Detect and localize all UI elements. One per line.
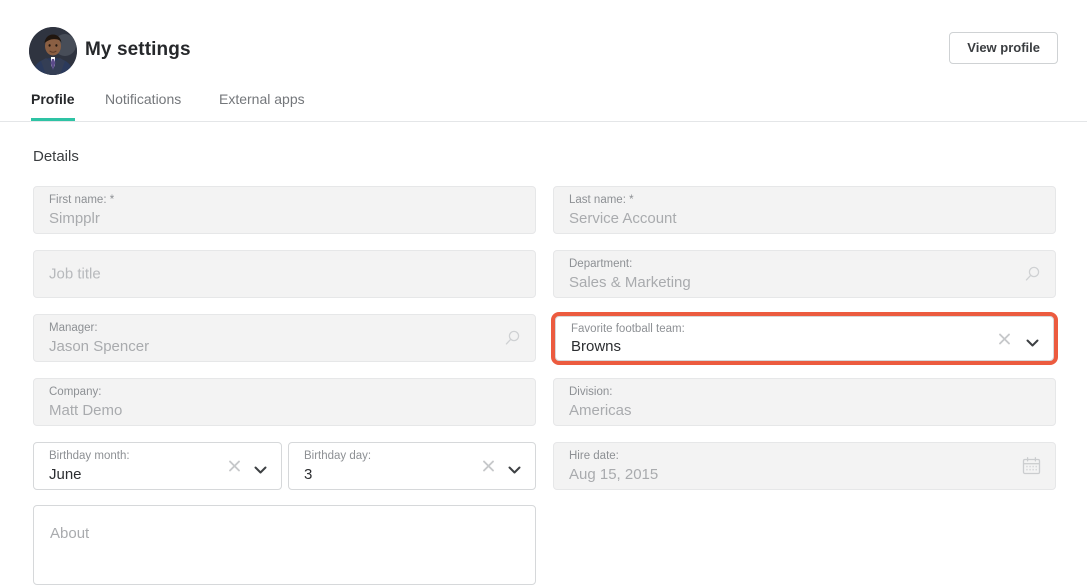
field-manager-value: Jason Spencer [49,338,149,355]
field-favorite-football-team[interactable]: Favorite football team: Browns [555,316,1054,361]
settings-tabs: Profile Notifications External apps [0,84,1087,122]
field-company-label: Company: [49,386,101,398]
field-birthday-month-label: Birthday month: [49,450,130,462]
field-division[interactable]: Division: Americas [553,378,1056,426]
search-icon[interactable] [504,330,521,347]
field-last-name-label: Last name: * [569,194,634,206]
field-birthday-day-value: 3 [304,466,312,483]
field-manager[interactable]: Manager: Jason Spencer [33,314,536,362]
field-favorite-football-team-value: Browns [571,338,621,355]
field-about[interactable]: About [33,505,536,585]
field-birthday-day-label: Birthday day: [304,450,371,462]
view-profile-button[interactable]: View profile [949,32,1058,64]
clear-icon[interactable] [228,460,241,473]
my-settings-page: My settings View profile Profile Notific… [0,0,1087,588]
field-department[interactable]: Department: Sales & Marketing [553,250,1056,298]
section-title-details: Details [33,148,79,165]
field-birthday-month-value: June [49,466,82,483]
field-department-value: Sales & Marketing [569,274,691,291]
tab-external-apps[interactable]: External apps [219,84,305,121]
chevron-down-icon[interactable] [254,462,267,471]
field-division-value: Americas [569,402,632,419]
field-last-name-value: Service Account [569,210,677,227]
field-division-label: Division: [569,386,612,398]
tab-profile[interactable]: Profile [31,84,75,121]
clear-icon[interactable] [998,332,1011,345]
avatar[interactable] [29,27,77,75]
page-header: My settings View profile [0,0,1087,84]
field-job-title[interactable]: Job title [33,250,536,298]
tab-notifications[interactable]: Notifications [105,84,181,121]
field-about-placeholder: About [50,525,89,542]
field-last-name[interactable]: Last name: * Service Account [553,186,1056,234]
field-hire-date-label: Hire date: [569,450,619,462]
field-first-name-value: Simpplr [49,210,100,227]
field-birthday-month[interactable]: Birthday month: June [33,442,282,490]
field-first-name-label: First name: * [49,194,114,206]
chevron-down-icon[interactable] [508,462,521,471]
field-job-title-placeholder: Job title [49,266,101,283]
field-company-value: Matt Demo [49,402,122,419]
field-manager-label: Manager: [49,322,98,334]
field-first-name[interactable]: First name: * Simpplr [33,186,536,234]
calendar-icon[interactable] [1022,457,1041,476]
field-birthday-day[interactable]: Birthday day: 3 [288,442,536,490]
chevron-down-icon[interactable] [1026,334,1039,343]
field-hire-date-value: Aug 15, 2015 [569,466,658,483]
field-favorite-football-team-label: Favorite football team: [571,323,685,335]
avatar-image [29,27,77,75]
search-icon[interactable] [1024,266,1041,283]
clear-icon[interactable] [482,460,495,473]
field-company[interactable]: Company: Matt Demo [33,378,536,426]
field-hire-date[interactable]: Hire date: Aug 15, 2015 [553,442,1056,490]
page-title: My settings [85,39,191,61]
field-department-label: Department: [569,258,632,270]
